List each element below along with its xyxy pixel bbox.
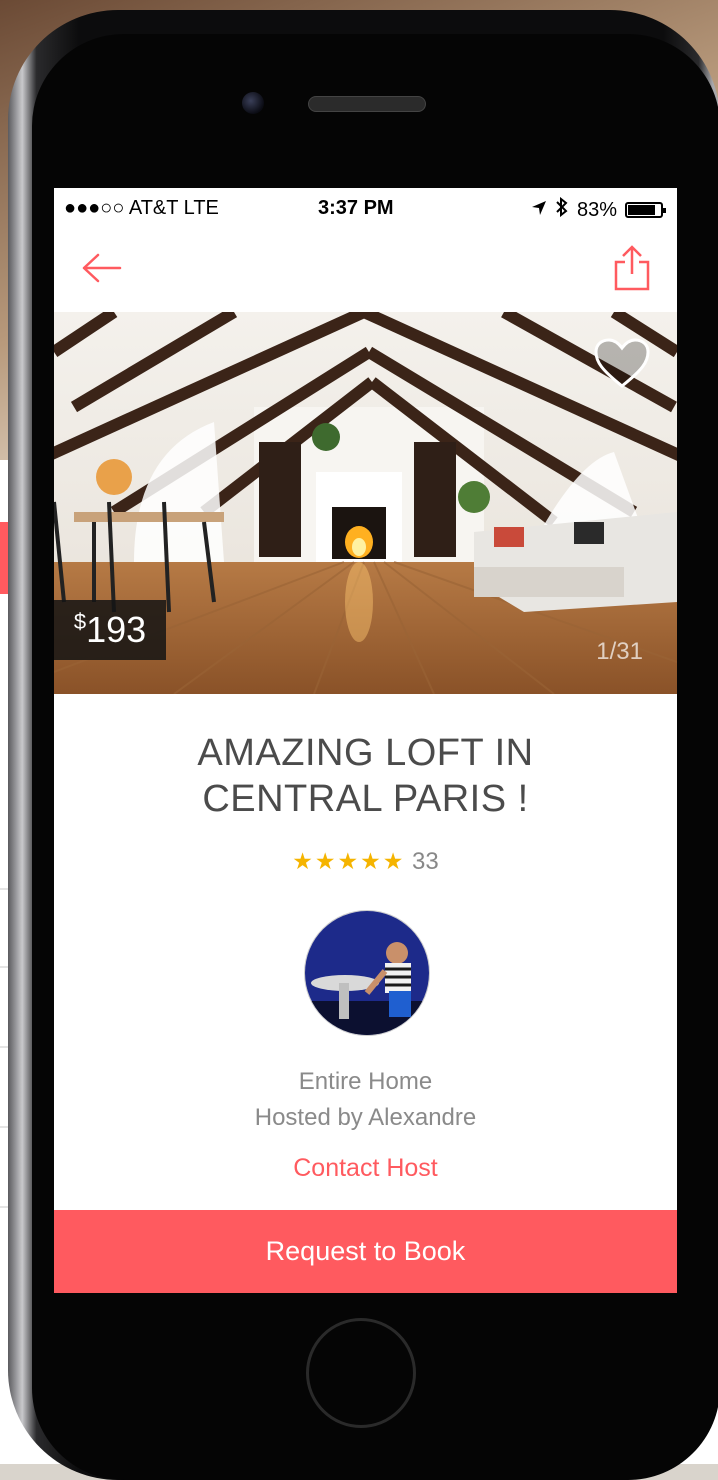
status-time: 3:37 PM — [318, 197, 394, 219]
carrier-signal: ●●●○○ AT&T LTE — [64, 197, 219, 219]
price-amount: 193 — [86, 609, 147, 650]
battery-percent: 83% — [576, 198, 617, 221]
host-avatar[interactable] — [304, 910, 430, 1036]
room-type: Entire Home — [298, 1068, 433, 1095]
contact-host-link[interactable]: Contact Host — [54, 1154, 677, 1183]
status-indicators: 83% — [531, 196, 666, 223]
rating[interactable]: ★★★★★ 33 — [54, 848, 677, 876]
battery-level — [628, 205, 655, 215]
price-tag: $193 — [54, 600, 166, 660]
earpiece-speaker — [308, 96, 426, 112]
host-name: Hosted by Alexandre — [254, 1104, 477, 1131]
share-icon — [614, 245, 650, 291]
listing-photo[interactable]: $193 1/31 — [54, 312, 677, 694]
review-count: 33 — [412, 848, 439, 875]
listing-title: AMAZING LOFT IN CENTRAL PARIS ! — [54, 730, 677, 822]
share-button[interactable] — [612, 244, 652, 292]
location-icon — [531, 199, 547, 222]
nav-bar — [54, 230, 677, 312]
status-bar: ●●●○○ AT&T LTE 3:37 PM 83% — [54, 188, 677, 230]
home-button[interactable] — [306, 1318, 416, 1428]
star-rating-icons: ★★★★★ — [292, 848, 406, 874]
request-to-book-button[interactable]: Request to Book — [54, 1210, 677, 1293]
front-camera — [242, 92, 264, 114]
app-screen: ●●●○○ AT&T LTE 3:37 PM 83% $193 1/31 AMA… — [54, 188, 677, 1293]
photo-counter: 1/31 — [596, 638, 643, 665]
battery-icon — [625, 202, 666, 218]
listing-title-line: AMAZING LOFT IN — [197, 732, 534, 774]
price-currency: $ — [73, 609, 87, 634]
host-photo — [305, 911, 429, 1035]
arrow-left-icon — [82, 253, 122, 283]
favorite-button[interactable] — [594, 338, 650, 390]
back-button[interactable] — [80, 248, 124, 288]
heart-icon — [594, 338, 650, 388]
bluetooth-icon — [555, 196, 569, 223]
listing-title-line: CENTRAL PARIS ! — [202, 778, 529, 820]
